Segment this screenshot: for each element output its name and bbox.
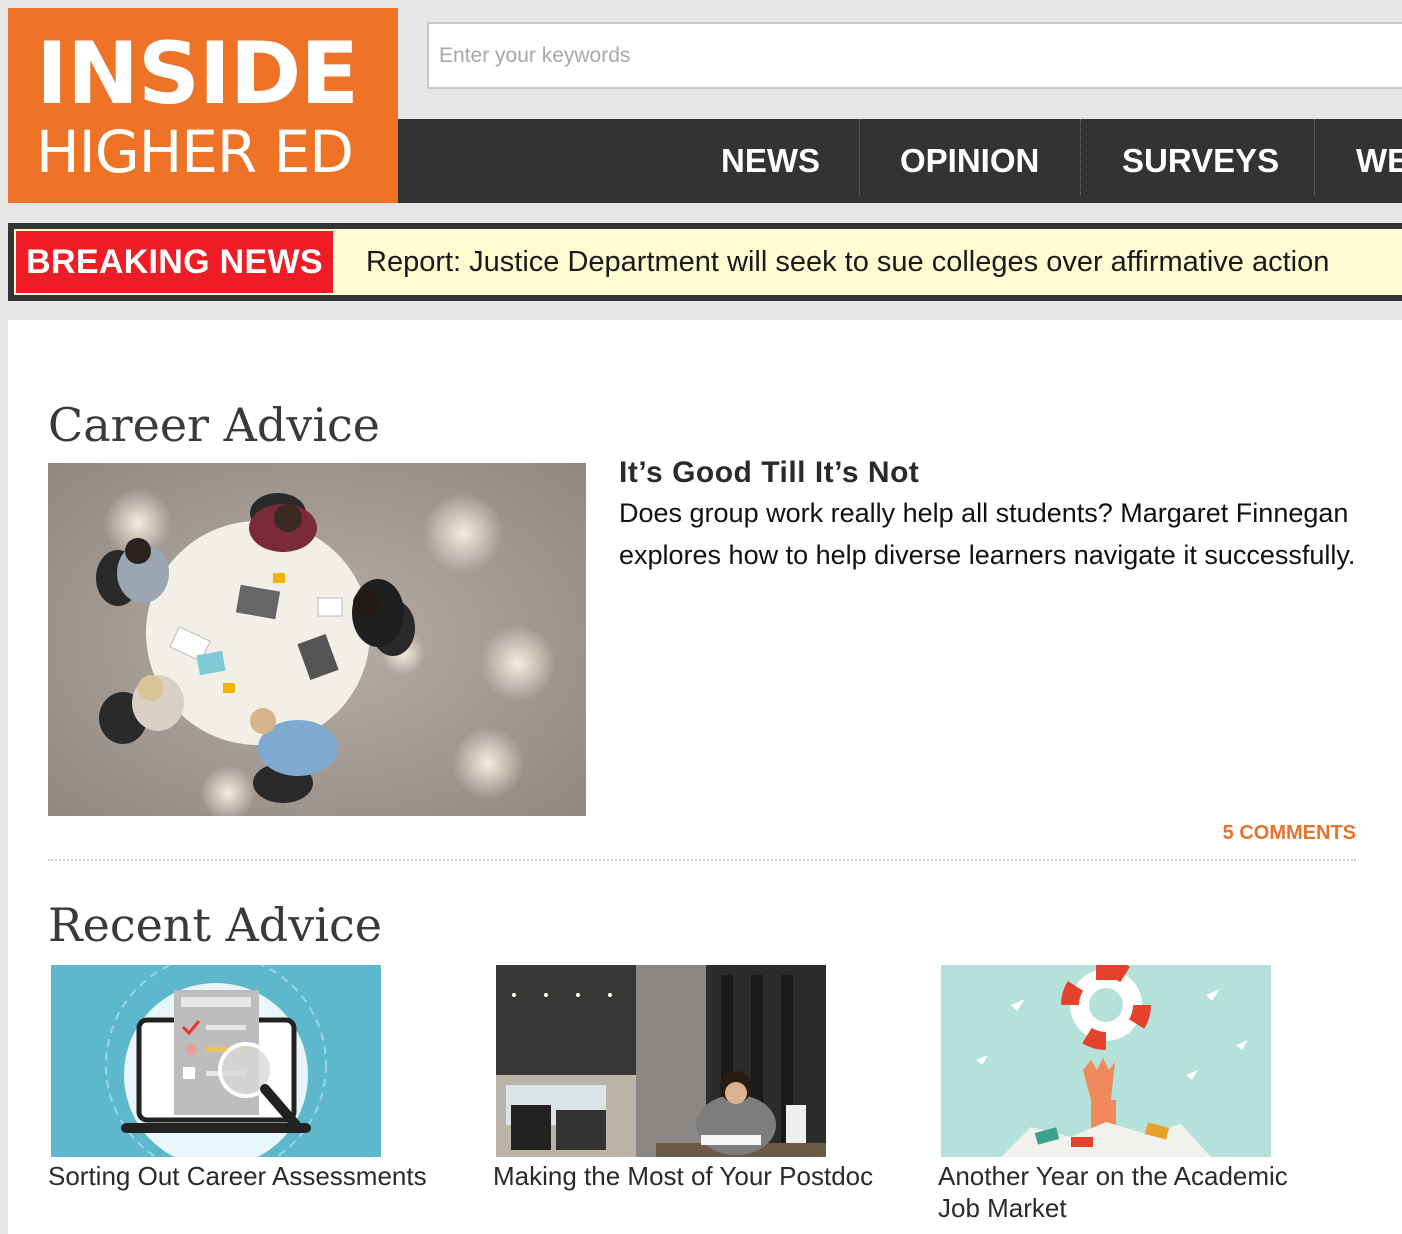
comments-link[interactable]: 5 COMMENTS [1108, 822, 1356, 845]
feature-summary: Does group work really help all students… [619, 498, 1356, 570]
feature-image[interactable] [48, 463, 586, 816]
recent-item-title[interactable]: Making the Most of Your Postdoc [493, 1160, 913, 1192]
recent-item-image[interactable] [496, 965, 826, 1157]
recent-advice-heading: Recent Advice [48, 898, 382, 952]
group-study-illustration [48, 463, 586, 816]
nav-item-news[interactable]: NEWS [721, 119, 820, 203]
nav-item-surveys[interactable]: SURVEYS [1122, 119, 1279, 203]
recent-item-title[interactable]: Another Year on the Academic Job Market [938, 1160, 1318, 1224]
nav-separator [1080, 119, 1081, 195]
breaking-news-bar: BREAKING NEWS Report: Justice Department… [8, 223, 1402, 301]
main-content: Career Advice It’s Good Till It’s Not Do… [8, 320, 1402, 1234]
recent-item-image[interactable] [51, 965, 381, 1157]
main-nav: NEWS OPINION SURVEYS WE [398, 119, 1402, 203]
logo-line-2: HIGHER ED [36, 118, 354, 186]
feature-title[interactable]: It’s Good Till It’s Not [619, 456, 919, 490]
lifebuoy-illustration [941, 965, 1271, 1157]
career-assessment-illustration [51, 965, 381, 1157]
breaking-news-inner: BREAKING NEWS Report: Justice Department… [14, 229, 1402, 295]
page: INSIDE HIGHER ED NEWS OPINION SURVEYS WE… [0, 0, 1402, 1234]
nav-item-opinion[interactable]: OPINION [900, 119, 1039, 203]
breaking-news-headline[interactable]: Report: Justice Department will seek to … [366, 229, 1329, 295]
recent-item-title[interactable]: Sorting Out Career Assessments [48, 1160, 468, 1192]
career-advice-heading: Career Advice [48, 398, 381, 452]
search-input[interactable] [427, 22, 1402, 89]
nav-separator [859, 119, 860, 195]
nav-item-we[interactable]: WE [1356, 119, 1402, 203]
breaking-news-label: BREAKING NEWS [16, 231, 333, 293]
recent-item-image[interactable] [941, 965, 1271, 1157]
site-logo[interactable]: INSIDE HIGHER ED [8, 8, 398, 203]
section-divider [48, 859, 1356, 861]
nav-separator [1314, 119, 1315, 195]
logo-line-1: INSIDE [36, 24, 359, 124]
postdoc-office-photo [496, 965, 826, 1157]
